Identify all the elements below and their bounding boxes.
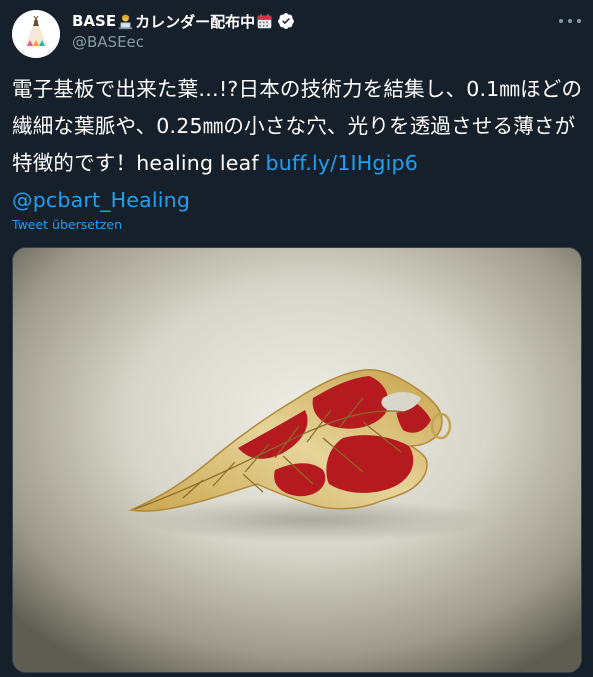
more-options-icon[interactable] — [559, 14, 581, 28]
tweet-media-photo[interactable] — [12, 247, 582, 673]
author-name-prefix[interactable]: BASE — [72, 12, 116, 30]
dot — [577, 19, 581, 23]
calendar-emoji-icon — [257, 13, 272, 28]
tweet-link[interactable]: buff.ly/1IHgip6 — [265, 151, 417, 175]
author-avatar[interactable] — [12, 10, 60, 58]
author-handle[interactable]: @BASEec — [72, 33, 581, 51]
verified-badge-icon — [278, 13, 294, 29]
author-name-row[interactable]: BASE カレンダー配布中 — [72, 10, 581, 32]
tweet-header: BASE カレンダー配布中 @BASEec — [72, 10, 581, 54]
technologist-emoji-icon — [118, 14, 133, 29]
author-name-suffix[interactable]: カレンダー配布中 — [135, 11, 255, 32]
teepee-logo-icon — [12, 10, 60, 58]
leaf-photo-image — [13, 248, 581, 672]
tweet-mention[interactable]: @pcbart_Healing — [12, 188, 190, 212]
translate-tweet-link[interactable]: Tweet übersetzen — [12, 217, 122, 232]
dot — [568, 19, 572, 23]
tweet-text: 電子基板で出来た葉…!?日本の技術力を結集し、0.1㎜ほどの繊細な葉脈や、0.2… — [12, 71, 587, 219]
dot — [559, 19, 563, 23]
